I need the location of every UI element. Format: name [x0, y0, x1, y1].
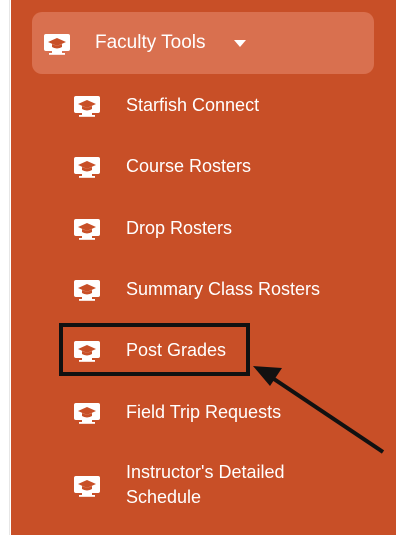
menu-item-label: Drop Rosters: [126, 218, 233, 238]
menu-item-drop-rosters[interactable]: Drop Rosters: [61, 206, 381, 250]
menu-parent-label: Faculty Tools: [95, 32, 206, 53]
monitor-graduation-cap-icon: [74, 476, 100, 497]
monitor-graduation-cap-icon: [74, 403, 100, 424]
caret-down-icon: [234, 40, 246, 47]
menu-item-label: Starfish Connect: [126, 95, 260, 115]
menu-item-label: Field Trip Requests: [126, 402, 282, 422]
monitor-graduation-cap-icon: [74, 341, 100, 362]
menu-item-starfish-connect[interactable]: Starfish Connect: [61, 83, 381, 127]
menu-item-course-rosters[interactable]: Course Rosters: [61, 144, 381, 188]
menu-item-label: Course Rosters: [126, 156, 252, 176]
menu-item-post-grades[interactable]: Post Grades: [61, 328, 381, 372]
menu-parent-faculty-tools[interactable]: Faculty Tools: [32, 12, 374, 74]
monitor-graduation-cap-icon: [44, 34, 70, 55]
left-page-edge: [0, 0, 10, 535]
menu-item-field-trip-requests[interactable]: Field Trip Requests: [61, 390, 381, 434]
monitor-graduation-cap-icon: [74, 219, 100, 240]
screenshot-frame: Faculty Tools Starfish Connect Course Ro…: [0, 0, 396, 535]
monitor-graduation-cap-icon: [74, 280, 100, 301]
menu-item-instructors-detailed-schedule[interactable]: Instructor's Detailed Schedule: [61, 460, 381, 512]
menu-item-summary-class-rosters[interactable]: Summary Class Rosters: [61, 267, 381, 311]
monitor-graduation-cap-icon: [74, 96, 100, 117]
menu-item-label: Instructor's Detailed Schedule: [126, 462, 285, 507]
sidebar-menu: Faculty Tools Starfish Connect Course Ro…: [11, 0, 396, 535]
menu-item-label: Post Grades: [126, 340, 227, 360]
menu-item-label: Summary Class Rosters: [126, 279, 321, 299]
monitor-graduation-cap-icon: [74, 157, 100, 178]
